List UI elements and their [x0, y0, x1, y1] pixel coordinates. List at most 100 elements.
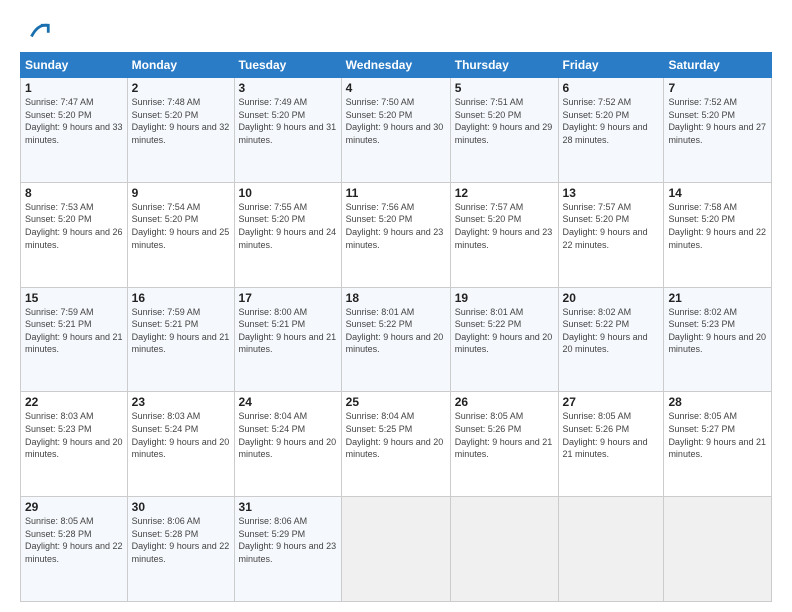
- day-cell: 10 Sunrise: 7:55 AM Sunset: 5:20 PM Dayl…: [234, 182, 341, 287]
- day-cell: 15 Sunrise: 7:59 AM Sunset: 5:21 PM Dayl…: [21, 287, 128, 392]
- day-number: 7: [668, 81, 767, 95]
- day-cell: 22 Sunrise: 8:03 AM Sunset: 5:23 PM Dayl…: [21, 392, 128, 497]
- day-info: Sunrise: 8:04 AM Sunset: 5:25 PM Dayligh…: [346, 411, 444, 459]
- day-cell: 30 Sunrise: 8:06 AM Sunset: 5:28 PM Dayl…: [127, 497, 234, 602]
- day-number: 25: [346, 395, 446, 409]
- day-info: Sunrise: 7:57 AM Sunset: 5:20 PM Dayligh…: [563, 202, 648, 250]
- day-cell: [664, 497, 772, 602]
- day-number: 15: [25, 291, 123, 305]
- logo-icon: [24, 16, 52, 44]
- day-info: Sunrise: 8:05 AM Sunset: 5:26 PM Dayligh…: [563, 411, 648, 459]
- day-cell: 25 Sunrise: 8:04 AM Sunset: 5:25 PM Dayl…: [341, 392, 450, 497]
- day-cell: 5 Sunrise: 7:51 AM Sunset: 5:20 PM Dayli…: [450, 78, 558, 183]
- day-info: Sunrise: 7:51 AM Sunset: 5:20 PM Dayligh…: [455, 97, 553, 145]
- col-header-friday: Friday: [558, 53, 664, 78]
- day-number: 31: [239, 500, 337, 514]
- day-number: 20: [563, 291, 660, 305]
- col-header-wednesday: Wednesday: [341, 53, 450, 78]
- header: [20, 16, 772, 44]
- day-cell: 6 Sunrise: 7:52 AM Sunset: 5:20 PM Dayli…: [558, 78, 664, 183]
- week-row-5: 29 Sunrise: 8:05 AM Sunset: 5:28 PM Dayl…: [21, 497, 772, 602]
- day-info: Sunrise: 8:05 AM Sunset: 5:27 PM Dayligh…: [668, 411, 766, 459]
- day-info: Sunrise: 7:52 AM Sunset: 5:20 PM Dayligh…: [668, 97, 766, 145]
- day-info: Sunrise: 8:03 AM Sunset: 5:24 PM Dayligh…: [132, 411, 230, 459]
- day-number: 9: [132, 186, 230, 200]
- day-info: Sunrise: 7:56 AM Sunset: 5:20 PM Dayligh…: [346, 202, 444, 250]
- day-number: 28: [668, 395, 767, 409]
- day-info: Sunrise: 7:49 AM Sunset: 5:20 PM Dayligh…: [239, 97, 337, 145]
- day-info: Sunrise: 7:57 AM Sunset: 5:20 PM Dayligh…: [455, 202, 553, 250]
- calendar-header-row: SundayMondayTuesdayWednesdayThursdayFrid…: [21, 53, 772, 78]
- day-cell: 7 Sunrise: 7:52 AM Sunset: 5:20 PM Dayli…: [664, 78, 772, 183]
- day-info: Sunrise: 8:00 AM Sunset: 5:21 PM Dayligh…: [239, 307, 337, 355]
- day-number: 14: [668, 186, 767, 200]
- col-header-sunday: Sunday: [21, 53, 128, 78]
- day-info: Sunrise: 8:04 AM Sunset: 5:24 PM Dayligh…: [239, 411, 337, 459]
- day-cell: 24 Sunrise: 8:04 AM Sunset: 5:24 PM Dayl…: [234, 392, 341, 497]
- day-number: 11: [346, 186, 446, 200]
- day-info: Sunrise: 8:05 AM Sunset: 5:28 PM Dayligh…: [25, 516, 123, 564]
- day-cell: 14 Sunrise: 7:58 AM Sunset: 5:20 PM Dayl…: [664, 182, 772, 287]
- day-cell: [341, 497, 450, 602]
- day-cell: 9 Sunrise: 7:54 AM Sunset: 5:20 PM Dayli…: [127, 182, 234, 287]
- day-number: 8: [25, 186, 123, 200]
- day-cell: 17 Sunrise: 8:00 AM Sunset: 5:21 PM Dayl…: [234, 287, 341, 392]
- col-header-saturday: Saturday: [664, 53, 772, 78]
- day-number: 23: [132, 395, 230, 409]
- day-number: 21: [668, 291, 767, 305]
- day-number: 27: [563, 395, 660, 409]
- day-number: 1: [25, 81, 123, 95]
- day-number: 6: [563, 81, 660, 95]
- day-number: 4: [346, 81, 446, 95]
- day-info: Sunrise: 8:01 AM Sunset: 5:22 PM Dayligh…: [455, 307, 553, 355]
- day-info: Sunrise: 8:01 AM Sunset: 5:22 PM Dayligh…: [346, 307, 444, 355]
- day-info: Sunrise: 8:06 AM Sunset: 5:29 PM Dayligh…: [239, 516, 337, 564]
- day-cell: 28 Sunrise: 8:05 AM Sunset: 5:27 PM Dayl…: [664, 392, 772, 497]
- day-info: Sunrise: 7:48 AM Sunset: 5:20 PM Dayligh…: [132, 97, 230, 145]
- day-info: Sunrise: 7:47 AM Sunset: 5:20 PM Dayligh…: [25, 97, 123, 145]
- week-row-3: 15 Sunrise: 7:59 AM Sunset: 5:21 PM Dayl…: [21, 287, 772, 392]
- day-cell: [450, 497, 558, 602]
- week-row-2: 8 Sunrise: 7:53 AM Sunset: 5:20 PM Dayli…: [21, 182, 772, 287]
- day-info: Sunrise: 7:53 AM Sunset: 5:20 PM Dayligh…: [25, 202, 123, 250]
- day-number: 3: [239, 81, 337, 95]
- day-number: 22: [25, 395, 123, 409]
- day-cell: 11 Sunrise: 7:56 AM Sunset: 5:20 PM Dayl…: [341, 182, 450, 287]
- calendar: SundayMondayTuesdayWednesdayThursdayFrid…: [20, 52, 772, 602]
- day-number: 5: [455, 81, 554, 95]
- day-cell: 16 Sunrise: 7:59 AM Sunset: 5:21 PM Dayl…: [127, 287, 234, 392]
- day-info: Sunrise: 7:52 AM Sunset: 5:20 PM Dayligh…: [563, 97, 648, 145]
- page: SundayMondayTuesdayWednesdayThursdayFrid…: [0, 0, 792, 612]
- day-cell: 20 Sunrise: 8:02 AM Sunset: 5:22 PM Dayl…: [558, 287, 664, 392]
- day-info: Sunrise: 8:03 AM Sunset: 5:23 PM Dayligh…: [25, 411, 123, 459]
- day-number: 24: [239, 395, 337, 409]
- day-info: Sunrise: 7:59 AM Sunset: 5:21 PM Dayligh…: [25, 307, 123, 355]
- day-cell: 29 Sunrise: 8:05 AM Sunset: 5:28 PM Dayl…: [21, 497, 128, 602]
- col-header-thursday: Thursday: [450, 53, 558, 78]
- week-row-1: 1 Sunrise: 7:47 AM Sunset: 5:20 PM Dayli…: [21, 78, 772, 183]
- day-info: Sunrise: 7:55 AM Sunset: 5:20 PM Dayligh…: [239, 202, 337, 250]
- day-cell: 3 Sunrise: 7:49 AM Sunset: 5:20 PM Dayli…: [234, 78, 341, 183]
- day-info: Sunrise: 7:54 AM Sunset: 5:20 PM Dayligh…: [132, 202, 230, 250]
- day-info: Sunrise: 8:06 AM Sunset: 5:28 PM Dayligh…: [132, 516, 230, 564]
- day-number: 13: [563, 186, 660, 200]
- day-cell: 12 Sunrise: 7:57 AM Sunset: 5:20 PM Dayl…: [450, 182, 558, 287]
- col-header-tuesday: Tuesday: [234, 53, 341, 78]
- day-cell: 2 Sunrise: 7:48 AM Sunset: 5:20 PM Dayli…: [127, 78, 234, 183]
- day-info: Sunrise: 7:58 AM Sunset: 5:20 PM Dayligh…: [668, 202, 766, 250]
- day-cell: 21 Sunrise: 8:02 AM Sunset: 5:23 PM Dayl…: [664, 287, 772, 392]
- week-row-4: 22 Sunrise: 8:03 AM Sunset: 5:23 PM Dayl…: [21, 392, 772, 497]
- col-header-monday: Monday: [127, 53, 234, 78]
- day-number: 17: [239, 291, 337, 305]
- day-cell: 19 Sunrise: 8:01 AM Sunset: 5:22 PM Dayl…: [450, 287, 558, 392]
- day-info: Sunrise: 8:02 AM Sunset: 5:22 PM Dayligh…: [563, 307, 648, 355]
- day-cell: 13 Sunrise: 7:57 AM Sunset: 5:20 PM Dayl…: [558, 182, 664, 287]
- logo: [20, 16, 52, 44]
- day-cell: 8 Sunrise: 7:53 AM Sunset: 5:20 PM Dayli…: [21, 182, 128, 287]
- day-cell: 1 Sunrise: 7:47 AM Sunset: 5:20 PM Dayli…: [21, 78, 128, 183]
- day-number: 26: [455, 395, 554, 409]
- day-cell: 26 Sunrise: 8:05 AM Sunset: 5:26 PM Dayl…: [450, 392, 558, 497]
- day-info: Sunrise: 7:50 AM Sunset: 5:20 PM Dayligh…: [346, 97, 444, 145]
- day-cell: 18 Sunrise: 8:01 AM Sunset: 5:22 PM Dayl…: [341, 287, 450, 392]
- day-cell: 4 Sunrise: 7:50 AM Sunset: 5:20 PM Dayli…: [341, 78, 450, 183]
